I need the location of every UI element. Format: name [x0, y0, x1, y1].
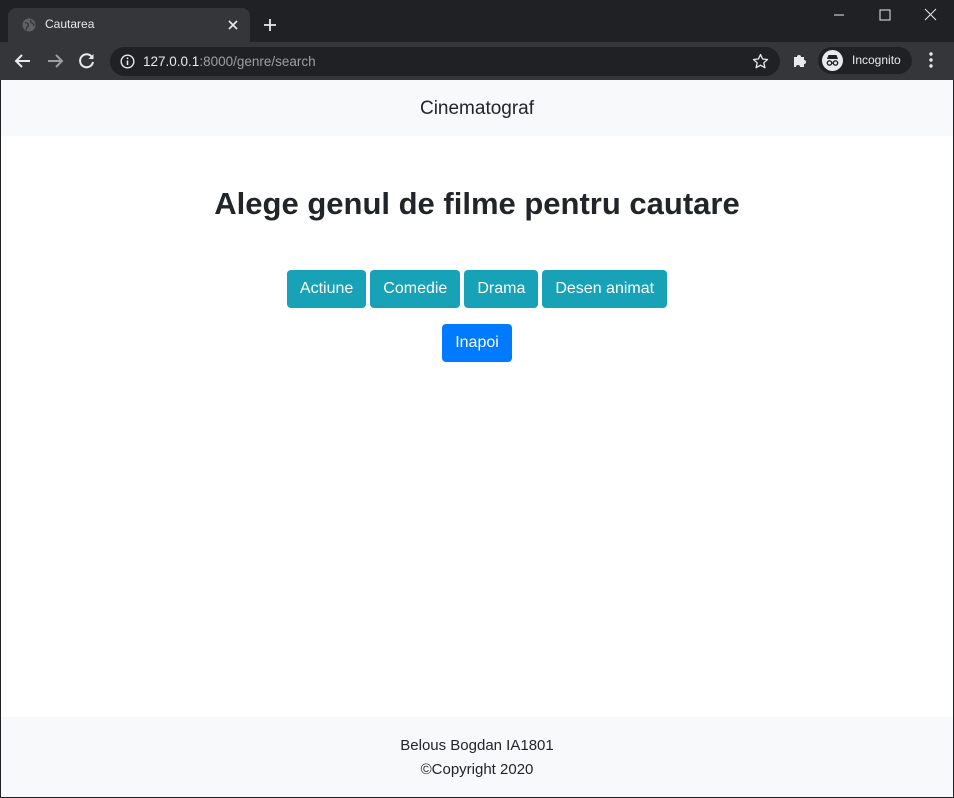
- page-viewport: Cinematograf Alege genul de filme pentru…: [1, 80, 953, 797]
- footer: Belous Bogdan IA1801 ©Copyright 2020: [1, 717, 953, 797]
- tab-title: Cautarea: [45, 17, 95, 31]
- url-host: 127.0.0.1: [143, 54, 200, 69]
- navbar-brand[interactable]: Cinematograf: [420, 98, 534, 120]
- forward-arrow-icon[interactable]: [45, 51, 65, 71]
- genre-button-actiune[interactable]: Actiune: [286, 270, 367, 308]
- info-icon[interactable]: [120, 54, 135, 69]
- maximize-icon[interactable]: [862, 0, 908, 30]
- url-path: :8000/genre/search: [199, 54, 316, 69]
- genre-button-group: Actiune Comedie Drama Desen animat: [1, 270, 953, 308]
- bookmark-star-icon[interactable]: [752, 53, 769, 70]
- browser-toolbar: 127.0.0.1:8000/genre/search: [0, 42, 954, 80]
- close-icon[interactable]: [226, 18, 240, 32]
- footer-author: Belous Bogdan IA1801: [400, 737, 554, 754]
- back-arrow-icon[interactable]: [13, 51, 33, 71]
- incognito-profile-button[interactable]: Incognito: [818, 47, 912, 74]
- address-bar[interactable]: 127.0.0.1:8000/genre/search: [110, 47, 780, 76]
- footer-copyright: ©Copyright 2020: [420, 761, 534, 778]
- navbar: Cinematograf: [1, 80, 953, 136]
- genre-button-drama[interactable]: Drama: [464, 270, 539, 308]
- reload-icon[interactable]: [77, 51, 97, 71]
- back-button-row: Inapoi: [1, 324, 953, 362]
- back-button[interactable]: Inapoi: [442, 324, 512, 362]
- url-text[interactable]: 127.0.0.1:8000/genre/search: [143, 54, 316, 69]
- browser-title-bar: Cautarea: [0, 0, 954, 42]
- extensions-puzzle-icon[interactable]: [791, 51, 809, 69]
- window-close-icon[interactable]: [908, 0, 954, 30]
- globe-icon: [22, 18, 36, 32]
- new-tab-icon[interactable]: [262, 17, 278, 33]
- minimize-icon[interactable]: [816, 0, 862, 30]
- browser-tab[interactable]: Cautarea: [8, 8, 250, 42]
- kebab-menu-icon[interactable]: [923, 51, 939, 69]
- genre-button-comedie[interactable]: Comedie: [370, 270, 461, 308]
- genre-button-desen-animat[interactable]: Desen animat: [542, 270, 668, 308]
- incognito-label: Incognito: [852, 53, 901, 67]
- page-title: Alege genul de filme pentru cautare: [214, 186, 740, 221]
- incognito-icon: [822, 50, 843, 71]
